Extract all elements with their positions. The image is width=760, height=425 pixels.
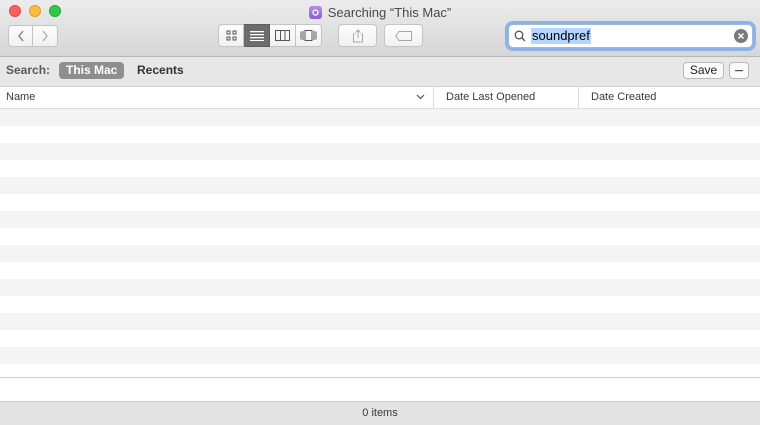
search-scope-bar: Search: This Mac Recents Save (0, 57, 760, 87)
column-name-header[interactable]: Name (0, 87, 433, 108)
column-date-last-opened-header[interactable]: Date Last Opened (433, 87, 578, 108)
empty-row (0, 211, 760, 228)
empty-row (0, 296, 760, 313)
search-input[interactable]: soundpref (531, 28, 591, 44)
tags-button[interactable] (384, 24, 423, 47)
search-field[interactable]: soundpref (508, 24, 753, 48)
list-bottom-divider (0, 377, 760, 378)
remove-criteria-button[interactable] (729, 62, 749, 79)
icon-view-button[interactable] (218, 24, 244, 47)
window-title: Searching “This Mac” (327, 4, 452, 20)
column-date-last-opened-label: Date Last Opened (446, 91, 536, 103)
chevron-left-icon (17, 30, 24, 42)
share-button[interactable] (338, 24, 377, 47)
cover-flow-icon (300, 30, 317, 41)
scope-this-mac-button[interactable]: This Mac (59, 62, 125, 79)
minus-icon (735, 69, 743, 71)
save-search-button[interactable]: Save (683, 62, 724, 79)
share-icon (352, 28, 363, 42)
columns-icon (275, 30, 290, 41)
view-mode-control (218, 24, 322, 47)
results-list (0, 109, 760, 381)
toolbar: Searching “This Mac” soundpref (0, 0, 760, 57)
smart-folder-icon (308, 5, 322, 19)
scope-label: Search: (6, 63, 51, 77)
finder-window: Searching “This Mac” soundpref Search: T… (0, 0, 760, 425)
close-icon (738, 33, 744, 39)
column-header: Name Date Last Opened Date Created (0, 87, 760, 109)
empty-row (0, 313, 760, 330)
empty-row (0, 330, 760, 347)
empty-row (0, 245, 760, 262)
empty-row (0, 262, 760, 279)
back-button[interactable] (8, 25, 33, 47)
cover-flow-view-button[interactable] (296, 24, 322, 47)
chevron-down-icon (416, 94, 425, 100)
column-view-button[interactable] (270, 24, 296, 47)
grid-icon (226, 30, 236, 41)
clear-search-button[interactable] (734, 29, 748, 43)
tag-icon (394, 30, 412, 41)
column-name-label: Name (6, 91, 36, 103)
empty-row (0, 347, 760, 364)
empty-row (0, 177, 760, 194)
column-date-created-label: Date Created (591, 91, 657, 103)
list-view-button[interactable] (244, 24, 270, 47)
status-bar: 0 items (0, 401, 760, 425)
search-icon (509, 30, 531, 42)
empty-row (0, 364, 760, 381)
chevron-right-icon (42, 30, 48, 42)
empty-row (0, 279, 760, 296)
column-date-created-header[interactable]: Date Created (578, 87, 760, 108)
window-title-area: Searching “This Mac” (0, 3, 760, 21)
empty-row (0, 126, 760, 143)
empty-row (0, 109, 760, 126)
list-icon (249, 30, 264, 41)
empty-row (0, 160, 760, 177)
forward-button[interactable] (33, 25, 58, 47)
item-count: 0 items (362, 407, 398, 419)
empty-row (0, 194, 760, 211)
scope-recents-button[interactable]: Recents (137, 63, 184, 77)
empty-row (0, 143, 760, 160)
empty-row (0, 228, 760, 245)
